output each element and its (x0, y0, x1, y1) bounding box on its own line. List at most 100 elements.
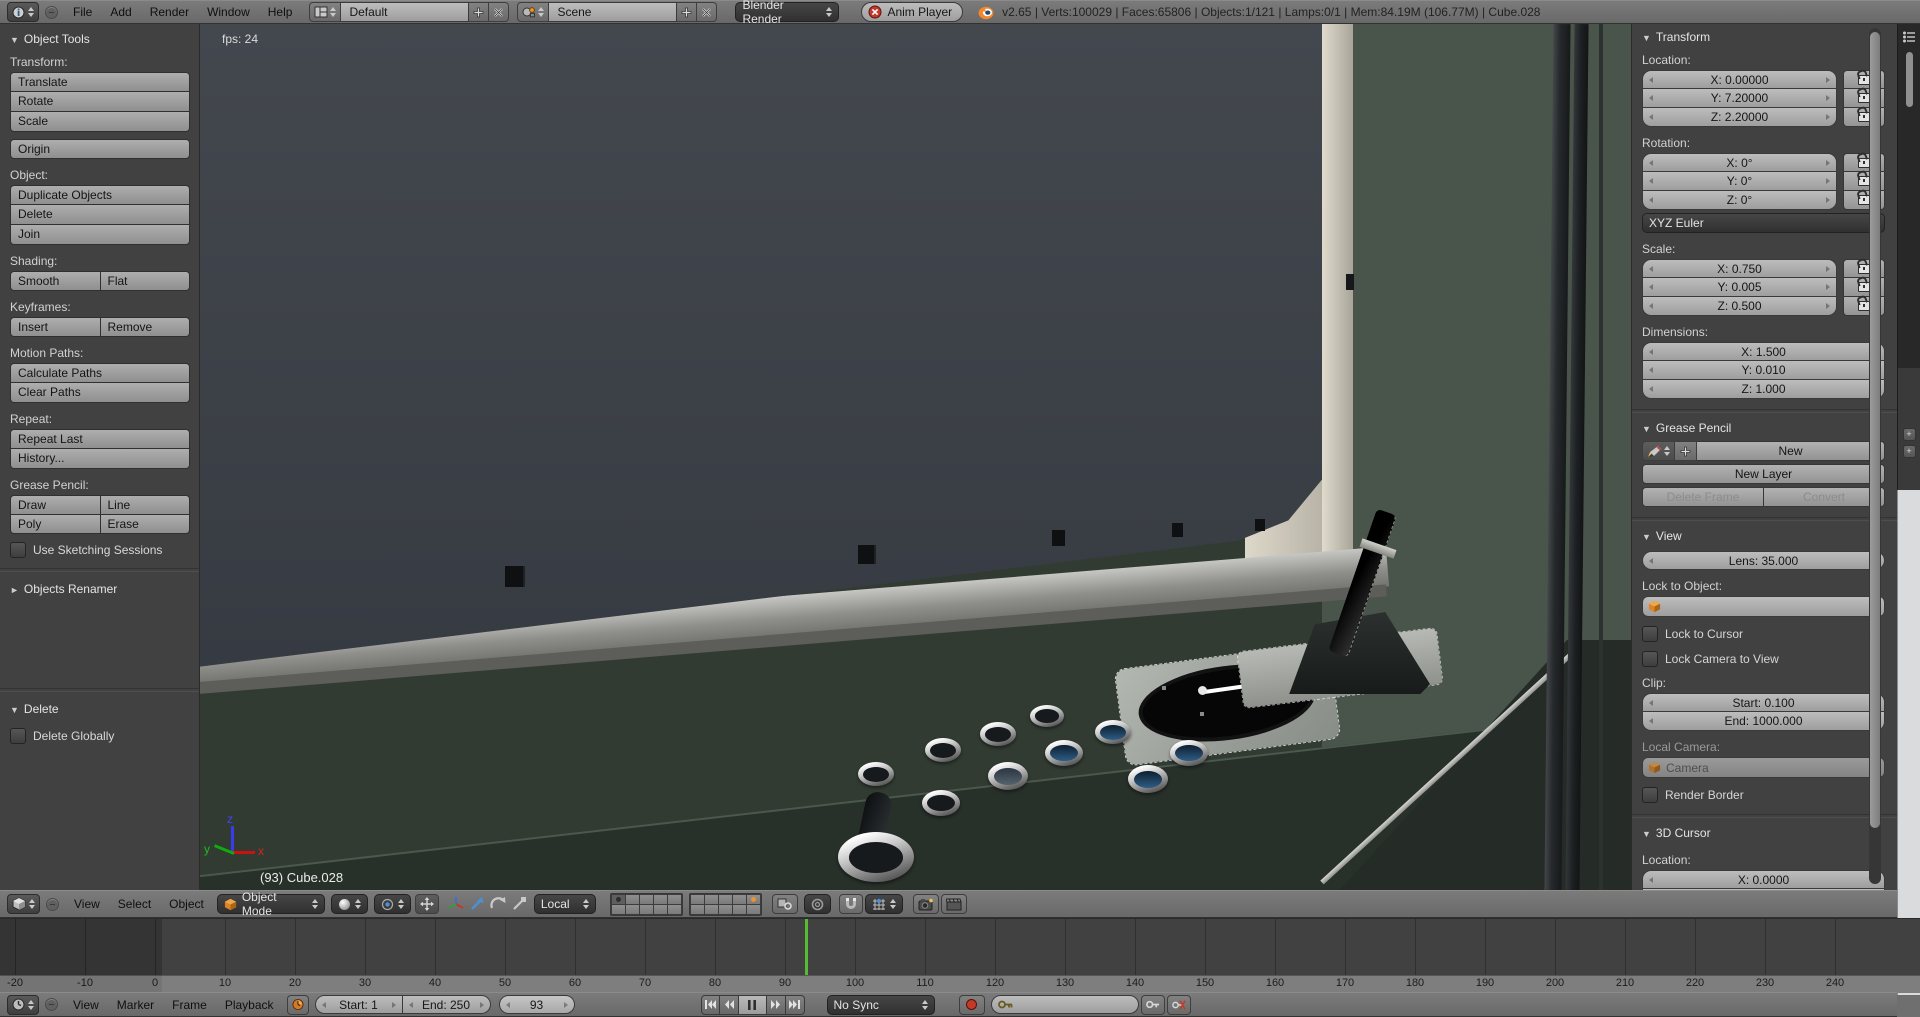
rotation-z-field[interactable]: Z: 0° (1642, 191, 1837, 210)
gp-draw-button[interactable]: Draw (10, 495, 101, 515)
scale-manipulator-icon[interactable] (510, 895, 528, 913)
screen-layout-name-input[interactable]: Default (341, 2, 470, 22)
render-border-checkbox[interactable] (1642, 787, 1658, 803)
viewport-3d[interactable]: fps: 24 (93) Cube.028 z x y (200, 24, 1631, 890)
gp-new-button[interactable]: New (1697, 441, 1885, 461)
insert-keyframe-button[interactable]: Insert (10, 317, 101, 337)
grease-data-browse-button[interactable] (1642, 441, 1675, 461)
layer-with-object[interactable] (746, 894, 760, 904)
menu-render[interactable]: Render (150, 5, 189, 19)
current-frame-field[interactable]: 93 (498, 995, 575, 1014)
layers-grid-1[interactable] (609, 892, 683, 916)
add-scene-button[interactable] (677, 2, 698, 22)
gp-new-layer-button[interactable]: New Layer (1642, 464, 1885, 484)
lock-to-scene-toggle[interactable] (771, 894, 798, 914)
proportional-edit-select[interactable] (803, 894, 831, 914)
location-x-field[interactable]: X: 0.00000 (1642, 70, 1837, 89)
dimension-y-field[interactable]: Y: 0.010 (1642, 361, 1885, 380)
calculate-paths-button[interactable]: Calculate Paths (10, 363, 190, 383)
viewport-shading-select[interactable] (330, 894, 368, 914)
local-camera-field[interactable]: Camera (1642, 757, 1885, 778)
sync-mode-select[interactable]: No Sync (826, 994, 935, 1015)
opengl-render-anim-button[interactable] (940, 894, 967, 914)
plus-icon[interactable]: + (1902, 445, 1916, 458)
smooth-button[interactable]: Smooth (10, 271, 101, 291)
repeat-last-button[interactable]: Repeat Last (10, 429, 190, 449)
pause-button[interactable] (738, 994, 767, 1015)
mode-select[interactable]: Object Mode (216, 890, 325, 918)
menu-select[interactable]: Select (118, 897, 151, 911)
frame-end-field[interactable]: End: 250 (402, 995, 491, 1014)
plus-icon[interactable]: + (1902, 428, 1916, 441)
layer-active[interactable] (611, 894, 625, 904)
snap-toggle[interactable] (838, 894, 863, 914)
gp-convert-button[interactable]: Convert (1764, 487, 1885, 507)
location-y-field[interactable]: Y: 7.20000 (1642, 89, 1837, 108)
keying-set-field[interactable] (990, 995, 1139, 1014)
render-engine-select[interactable]: Blender Render (735, 0, 840, 26)
menu-help[interactable]: Help (268, 5, 293, 19)
delete-button[interactable]: Delete (10, 205, 190, 225)
editor-type-info-button[interactable] (7, 2, 39, 22)
duplicate-objects-button[interactable]: Duplicate Objects (10, 185, 190, 205)
clip-start-field[interactable]: Start: 0.100 (1642, 693, 1885, 712)
layers-grid-2[interactable] (688, 892, 762, 916)
menu-marker[interactable]: Marker (117, 998, 154, 1012)
dimension-x-field[interactable]: X: 1.500 (1642, 342, 1885, 361)
timeline-editor[interactable]: -20 -10 0 10 20 30 40 50 60 70 80 90 100 110 120 130 140… (0, 918, 1920, 993)
clear-paths-button[interactable]: Clear Paths (10, 383, 190, 403)
lock-to-cursor-checkbox[interactable] (1642, 626, 1658, 642)
lens-field[interactable]: Lens: 35.000 (1642, 551, 1885, 570)
screen-layout-browse-button[interactable] (309, 2, 342, 22)
menu-file[interactable]: File (73, 5, 92, 19)
next-keyframe-button[interactable] (766, 994, 786, 1015)
anim-player-button[interactable]: Anim Player (861, 2, 964, 22)
insert-keyframe-button[interactable] (1140, 994, 1165, 1015)
menu-window[interactable]: Window (207, 5, 250, 19)
panel-objects-renamer[interactable]: ► Objects Renamer (10, 582, 189, 596)
lock-to-object-field[interactable] (1642, 596, 1885, 617)
scale-y-field[interactable]: Y: 0.005 (1642, 278, 1837, 297)
delete-scene-button[interactable] (697, 2, 718, 22)
location-z-field[interactable]: Z: 2.20000 (1642, 108, 1837, 127)
join-button[interactable]: Join (10, 225, 190, 245)
timeline-ruler[interactable]: -20 -10 0 10 20 30 40 50 60 70 80 90 100 110 120 130 140… (0, 975, 1920, 993)
cursor-x-field[interactable]: X: 0.0000 (1642, 870, 1885, 889)
history-button[interactable]: History... (10, 449, 190, 469)
panel-grease-pencil[interactable]: ▼ Grease Pencil (1642, 421, 1885, 435)
scale-x-field[interactable]: X: 0.750 (1642, 259, 1837, 278)
use-preview-range-toggle[interactable] (286, 994, 309, 1015)
prev-keyframe-button[interactable] (719, 994, 739, 1015)
manipulator-toggle[interactable] (414, 894, 439, 914)
panel-transform[interactable]: ▼ Transform (1642, 30, 1885, 44)
rotate-button[interactable]: Rotate (10, 92, 190, 112)
scene-browse-button[interactable] (517, 2, 550, 22)
menu-view[interactable]: View (74, 897, 100, 911)
editor-type-3dview-button[interactable] (7, 894, 40, 914)
npanel-scrollbar-thumb[interactable] (1870, 32, 1880, 828)
flat-button[interactable]: Flat (100, 271, 190, 291)
gp-erase-button[interactable]: Erase (100, 514, 190, 534)
use-sketching-checkbox[interactable] (10, 542, 26, 558)
origin-button[interactable]: Origin (10, 139, 190, 159)
pivot-point-select[interactable] (373, 894, 411, 914)
rotation-mode-select[interactable]: XYZ Euler (1642, 213, 1885, 233)
translate-manipulator-icon[interactable] (468, 895, 486, 913)
gp-delete-frame-button[interactable]: Delete Frame (1642, 487, 1764, 507)
translate-button[interactable]: Translate (10, 72, 190, 92)
gp-poly-button[interactable]: Poly (10, 514, 101, 534)
frame-start-field[interactable]: Start: 1 (314, 995, 403, 1014)
lock-camera-checkbox[interactable] (1642, 651, 1658, 667)
transform-orientation-select[interactable]: Local (533, 894, 596, 914)
scene-name-input[interactable]: Scene (549, 2, 678, 22)
axis-tripod-icon[interactable] (447, 895, 465, 913)
outliner-scrollbar-thumb[interactable] (1905, 52, 1913, 107)
snap-element-select[interactable] (864, 894, 903, 914)
delete-keyframe-button[interactable] (1166, 994, 1191, 1015)
auto-keyframe-toggle[interactable] (958, 994, 985, 1015)
panel-delete[interactable]: ▼ Delete (10, 702, 189, 716)
panel-view[interactable]: ▼ View (1642, 529, 1885, 543)
editor-type-timeline-button[interactable] (7, 994, 39, 1015)
jump-to-start-button[interactable] (700, 994, 720, 1015)
menu-view[interactable]: View (73, 998, 99, 1012)
